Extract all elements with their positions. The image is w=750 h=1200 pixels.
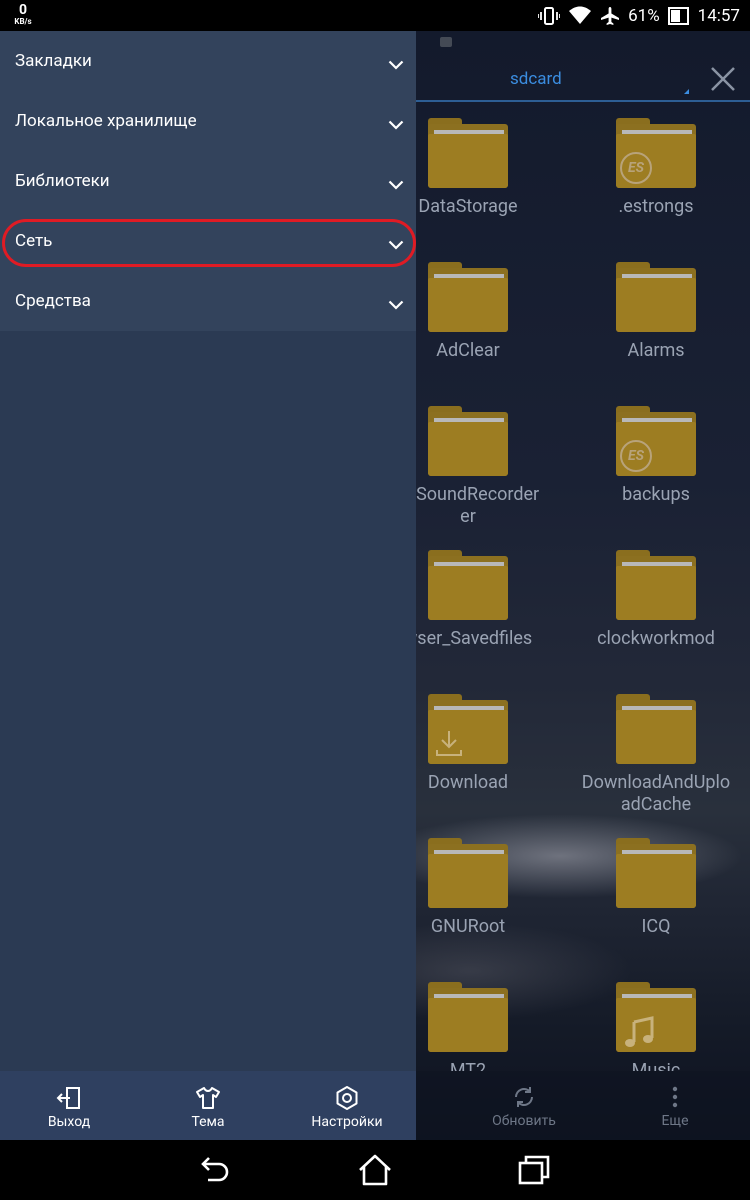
gear-icon: [336, 1086, 358, 1110]
folder-label: DownloadAndUplo adCache: [556, 772, 750, 816]
exit-label: Выход: [47, 1114, 91, 1130]
folder-icon: [428, 406, 508, 476]
network-speed-value: 0: [18, 2, 28, 18]
folder-label: ICQ: [641, 916, 671, 937]
folder-item[interactable]: ES .estrongs: [556, 118, 750, 218]
folder-icon: [616, 694, 696, 764]
battery-icon: [667, 6, 690, 26]
back-arrow-icon: [201, 1157, 229, 1182]
chevron-down-icon[interactable]: [388, 235, 404, 254]
folder-icon: [616, 838, 696, 908]
refresh-icon: [515, 1087, 533, 1107]
menu-item-local-storage[interactable]: Локальное хранилище: [0, 91, 416, 151]
chevron-down-icon[interactable]: [388, 295, 404, 314]
system-nav-bar: [0, 1140, 750, 1200]
folder-label-line: er: [460, 506, 476, 527]
folder-icon: [428, 118, 508, 188]
folder-icon: ES: [616, 406, 696, 476]
folder-label-line: adCache: [620, 794, 692, 815]
refresh-button[interactable]: Обновить: [464, 1071, 584, 1140]
menu-item-network[interactable]: Сеть: [0, 211, 416, 271]
drawer-toolbar: Выход Тема Настройки: [0, 1071, 416, 1140]
folder-item[interactable]: ICQ: [556, 838, 750, 938]
more-label: Еще: [661, 1113, 689, 1129]
folder-item[interactable]: Alarms: [556, 262, 750, 362]
menu-item-label: Локальное хранилище: [15, 111, 197, 131]
folder-item[interactable]: ES backups: [556, 406, 750, 506]
tshirt-icon: [196, 1087, 220, 1109]
chevron-down-icon[interactable]: [388, 55, 404, 74]
network-speed: 0 KB/s: [8, 3, 38, 26]
folder-label: backups: [622, 484, 690, 505]
folder-item[interactable]: DownloadAndUplo adCache: [556, 694, 750, 816]
home-icon: [359, 1154, 391, 1186]
menu-item-libraries[interactable]: Библиотеки: [0, 151, 416, 211]
chevron-down-icon[interactable]: [388, 115, 404, 134]
es-badge-icon: ES: [620, 440, 652, 472]
menu-item-label: Средства: [15, 291, 91, 311]
folder-icon: [428, 694, 508, 764]
exit-button[interactable]: Выход: [0, 1071, 138, 1140]
theme-label: Тема: [191, 1114, 225, 1130]
folder-label: clockworkmod: [597, 628, 715, 649]
folder-item[interactable]: clockworkmod: [556, 550, 750, 650]
settings-button[interactable]: Настройки: [278, 1071, 416, 1140]
chevron-down-icon[interactable]: [388, 175, 404, 194]
drawer-menu: Закладки Локальное хранилище Библиотеки …: [0, 31, 416, 331]
vibrate-icon: [538, 6, 561, 26]
refresh-label: Обновить: [492, 1113, 556, 1129]
folder-icon: [616, 550, 696, 620]
exit-icon: [56, 1087, 80, 1109]
folder-label: Music: [631, 1060, 681, 1071]
folder-label: .estrongs: [618, 196, 694, 217]
folder-item[interactable]: Music: [556, 982, 750, 1071]
folder-icon: [616, 982, 696, 1052]
folder-icon: ES: [616, 118, 696, 188]
back-button[interactable]: [176, 1140, 256, 1200]
folder-icon: [428, 838, 508, 908]
recent-apps-icon: [518, 1155, 550, 1185]
navigation-drawer: Закладки Локальное хранилище Библиотеки …: [0, 31, 416, 1140]
menu-item-label: Сеть: [15, 231, 53, 251]
folder-icon: [428, 550, 508, 620]
menu-item-label: Библиотеки: [15, 171, 110, 191]
more-button[interactable]: Еще: [615, 1071, 735, 1140]
battery-text: 61%: [628, 5, 660, 26]
theme-button[interactable]: Тема: [139, 1071, 277, 1140]
folder-icon: [428, 262, 508, 332]
folder-icon: [616, 262, 696, 332]
home-button[interactable]: [335, 1140, 415, 1200]
clock: 14:57: [697, 5, 740, 26]
wifi-icon: [568, 6, 592, 26]
airplane-icon: [600, 6, 620, 26]
download-icon: [434, 728, 464, 762]
network-speed-unit: KB/s: [14, 17, 32, 26]
es-badge-icon: ES: [620, 152, 652, 184]
settings-label: Настройки: [311, 1114, 383, 1130]
music-note-icon: [622, 1016, 656, 1054]
more-vertical-icon: [672, 1086, 678, 1108]
status-bar: 0 KB/s 61% 14:57: [0, 0, 750, 31]
folder-label: Alarms: [627, 340, 685, 361]
folder-icon: [428, 982, 508, 1052]
folder-label-line: usSoundRecorder: [396, 484, 540, 505]
menu-item-bookmarks[interactable]: Закладки: [0, 31, 416, 91]
folder-label-line: DownloadAndUplo: [581, 772, 731, 793]
menu-item-tools[interactable]: Средства: [0, 271, 416, 331]
recent-apps-button[interactable]: [494, 1140, 574, 1200]
menu-item-label: Закладки: [15, 51, 92, 71]
